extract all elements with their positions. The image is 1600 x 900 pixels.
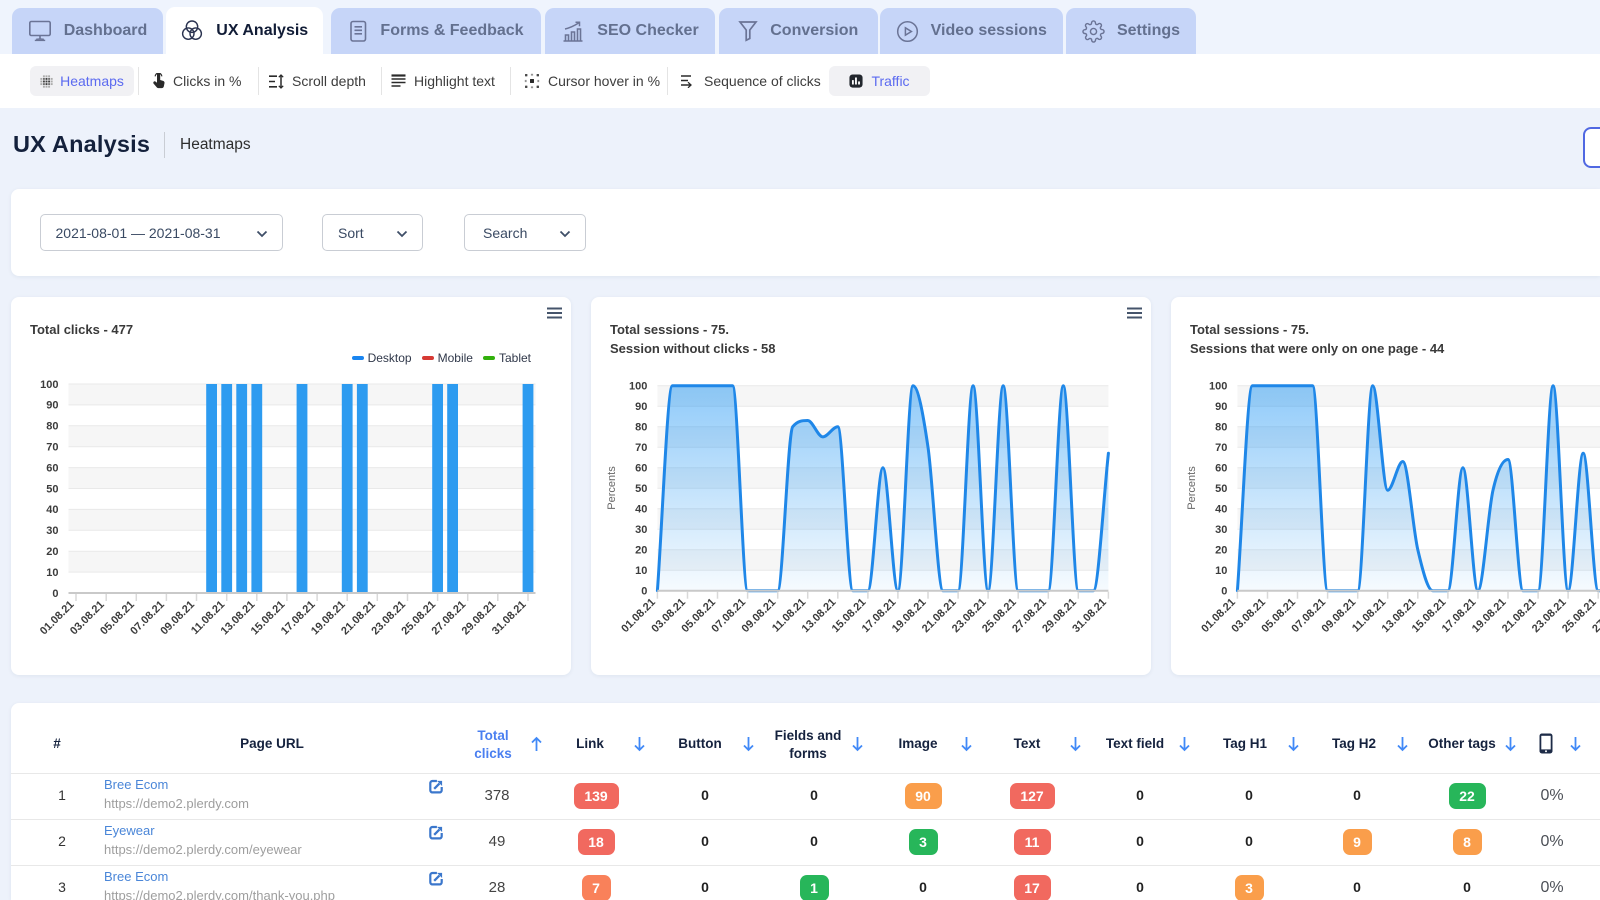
- svg-text:60: 60: [1215, 463, 1227, 475]
- svg-text:20: 20: [1215, 545, 1227, 557]
- svg-text:100: 100: [40, 379, 58, 391]
- svg-text:Percents: Percents: [1186, 466, 1198, 510]
- svg-text:30: 30: [1215, 524, 1227, 536]
- svg-text:90: 90: [635, 401, 647, 413]
- svg-text:0: 0: [52, 588, 58, 600]
- svg-text:0: 0: [1221, 586, 1227, 598]
- svg-text:20: 20: [46, 546, 58, 558]
- svg-text:80: 80: [635, 422, 647, 434]
- svg-text:10: 10: [635, 565, 647, 577]
- svg-text:100: 100: [1209, 381, 1227, 393]
- svg-text:40: 40: [46, 504, 58, 516]
- svg-text:30: 30: [46, 525, 58, 537]
- svg-text:70: 70: [1215, 442, 1227, 454]
- svg-text:80: 80: [1215, 422, 1227, 434]
- svg-text:50: 50: [1215, 483, 1227, 495]
- svg-text:40: 40: [635, 504, 647, 516]
- svg-text:40: 40: [1215, 504, 1227, 516]
- svg-text:20: 20: [635, 545, 647, 557]
- svg-text:100: 100: [629, 381, 647, 393]
- svg-text:80: 80: [46, 421, 58, 433]
- svg-text:Percents: Percents: [606, 466, 618, 510]
- svg-text:30: 30: [635, 524, 647, 536]
- svg-text:50: 50: [46, 483, 58, 495]
- svg-text:70: 70: [46, 442, 58, 454]
- svg-text:0: 0: [641, 586, 647, 598]
- svg-text:10: 10: [46, 567, 58, 579]
- svg-text:10: 10: [1215, 565, 1227, 577]
- svg-text:90: 90: [1215, 401, 1227, 413]
- svg-text:60: 60: [635, 463, 647, 475]
- svg-text:70: 70: [635, 442, 647, 454]
- svg-text:60: 60: [46, 462, 58, 474]
- svg-text:50: 50: [635, 483, 647, 495]
- svg-text:90: 90: [46, 400, 58, 412]
